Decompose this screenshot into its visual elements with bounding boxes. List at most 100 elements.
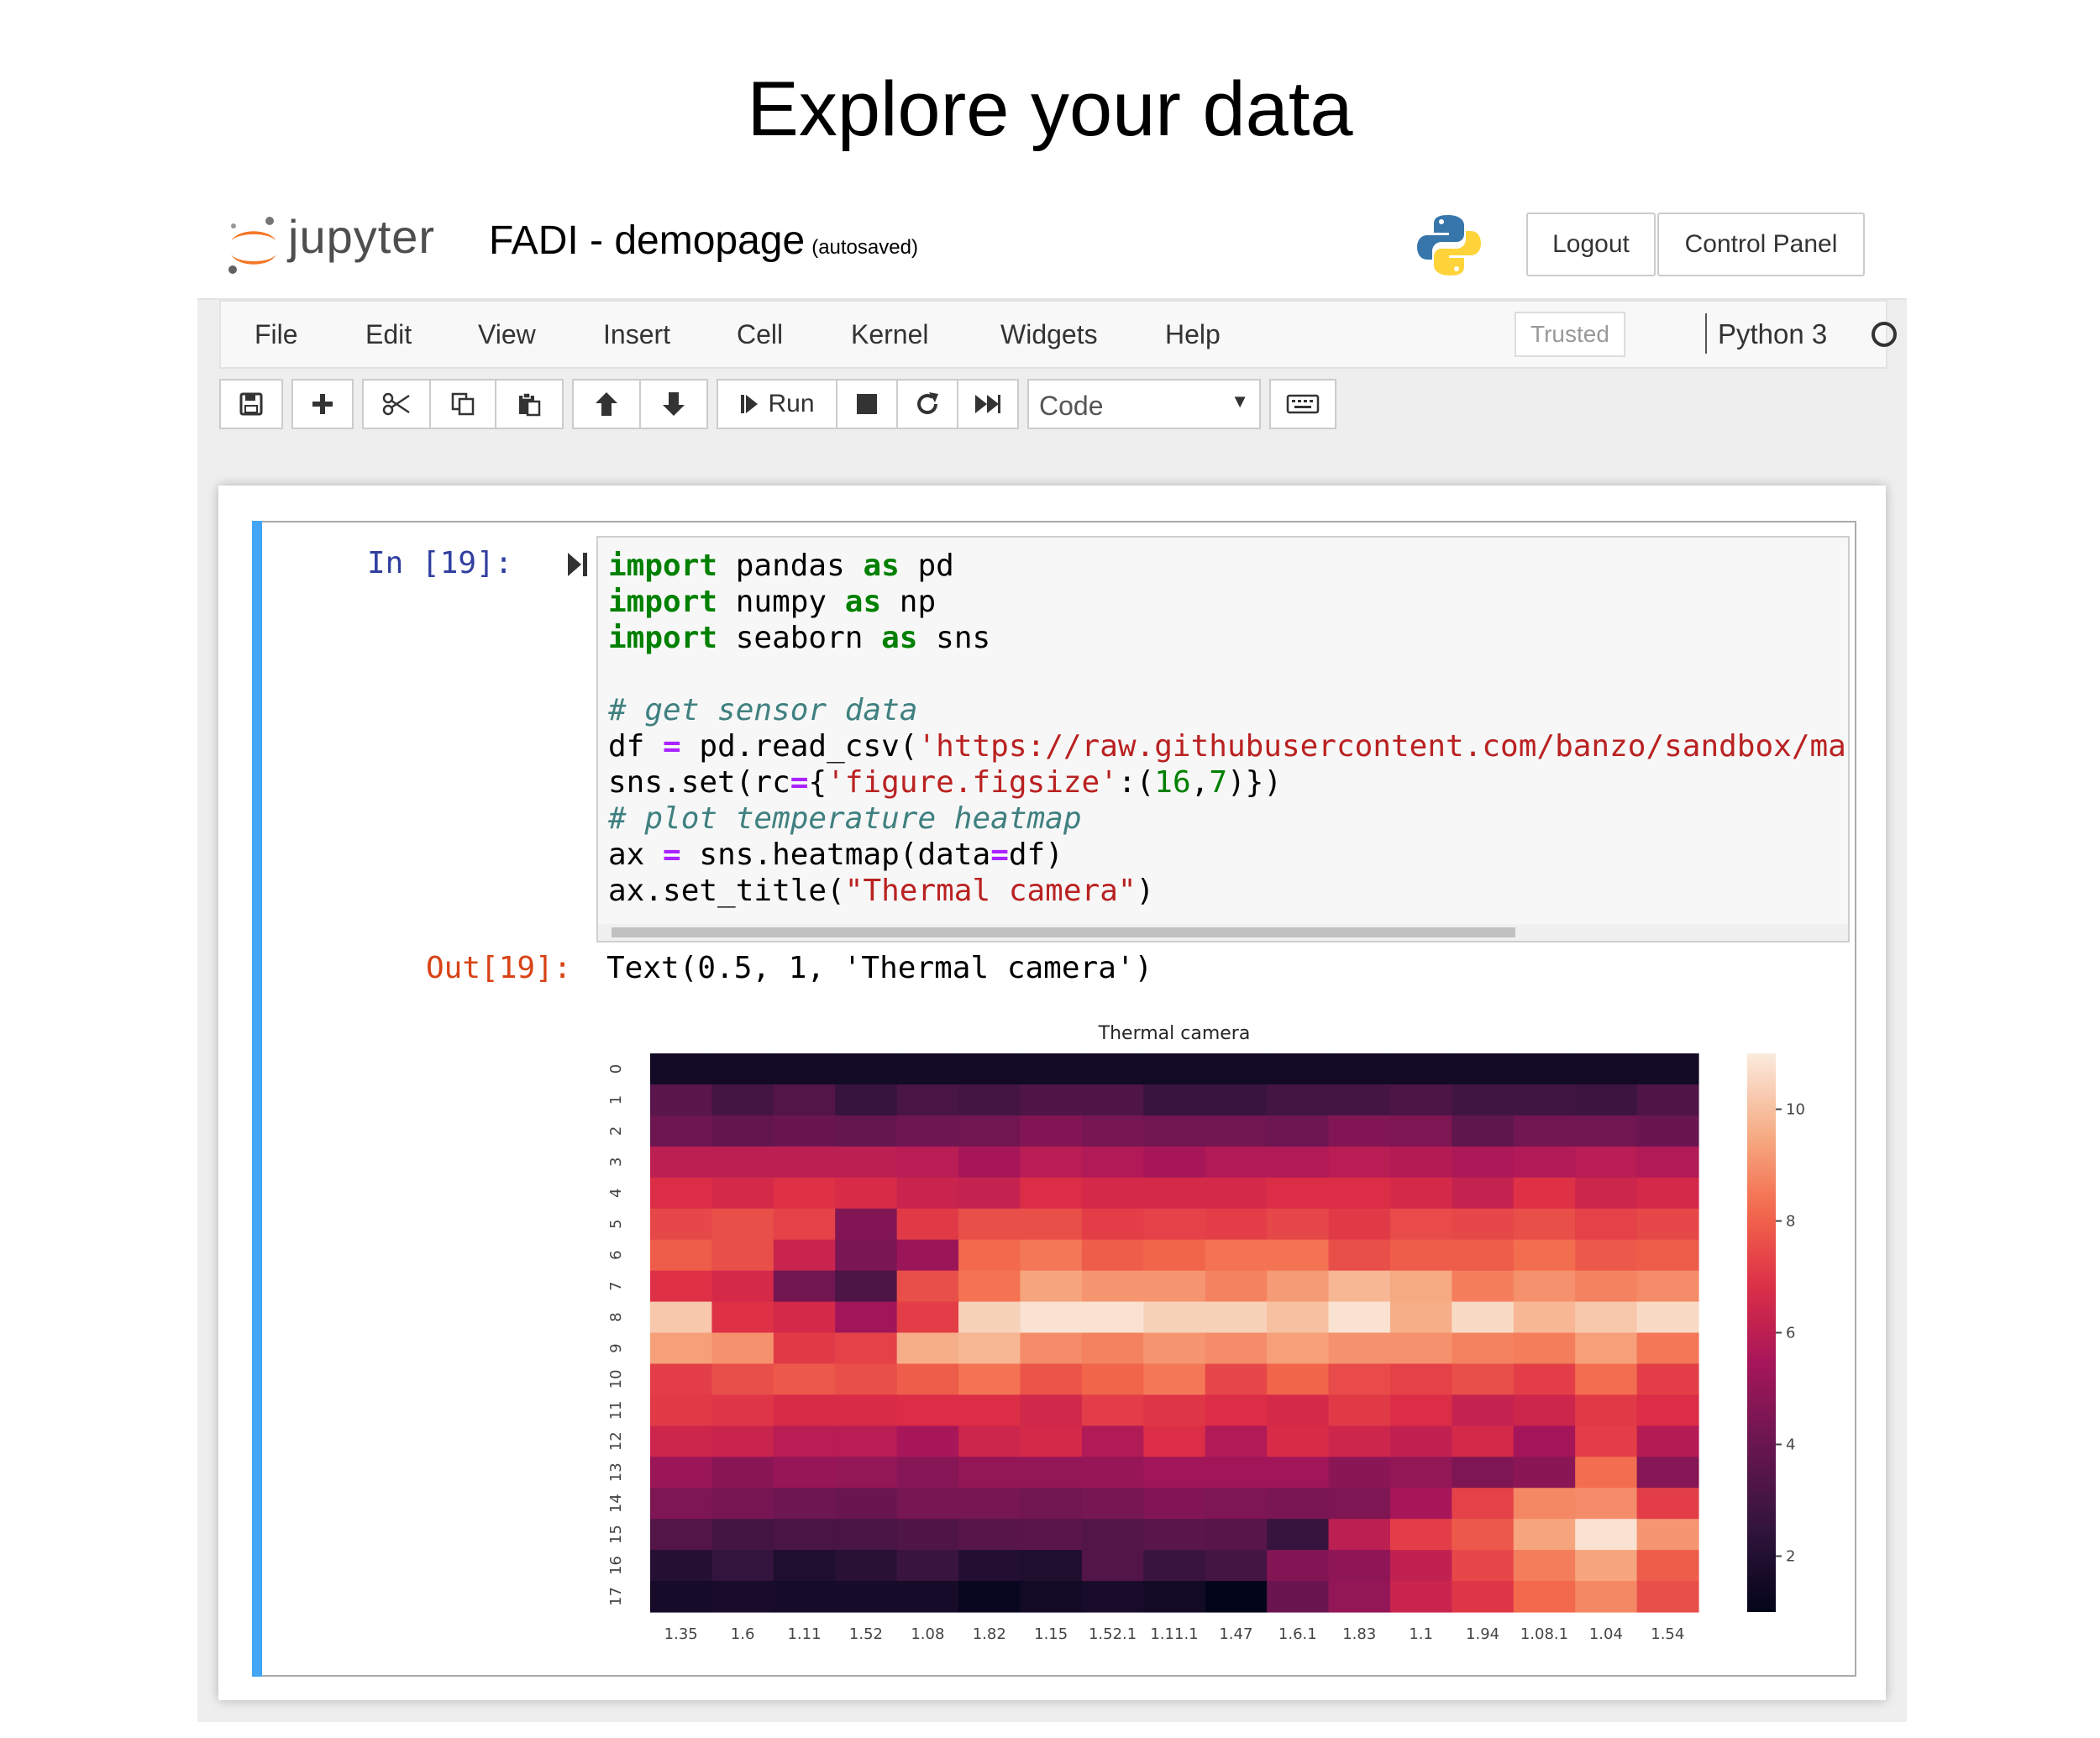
save-button[interactable]: [221, 381, 281, 428]
heatmap-cell: [1513, 1146, 1576, 1179]
heatmap-cell: [1143, 1084, 1206, 1116]
heatmap-cell: [1143, 1239, 1206, 1272]
colorbar: [1747, 1053, 1776, 1612]
plus-icon: [312, 394, 333, 414]
heatmap-cell: [711, 1270, 774, 1303]
kernel-idle-icon: [1872, 322, 1897, 347]
heatmap-cell: [1389, 1363, 1452, 1395]
heatmap-cell: [1389, 1301, 1452, 1334]
menu-file[interactable]: File: [255, 319, 298, 350]
logout-button[interactable]: Logout: [1526, 213, 1656, 276]
scrollbar-thumb[interactable]: [612, 927, 1515, 937]
heatmap-cell: [1636, 1519, 1699, 1551]
cell-type-value: Code: [1039, 391, 1104, 421]
heatmap-cell: [1513, 1084, 1576, 1116]
heatmap-cell: [1575, 1053, 1638, 1085]
trusted-badge[interactable]: Trusted: [1515, 312, 1625, 357]
restart-button[interactable]: [898, 381, 957, 428]
menu-help[interactable]: Help: [1165, 319, 1221, 350]
heatmap-cell: [958, 1332, 1021, 1365]
heatmap-cell: [1205, 1426, 1268, 1457]
horizontal-scrollbar[interactable]: [598, 924, 1848, 941]
notebook-name[interactable]: FADI - demopage (autosaved): [489, 218, 918, 264]
menu-insert[interactable]: Insert: [603, 319, 670, 350]
notebook-toolbar: Run Code ▼: [219, 379, 1884, 434]
heatmap-cell: [1328, 1332, 1391, 1365]
heatmap-cell: [1389, 1208, 1452, 1241]
heatmap-cell: [650, 1084, 713, 1116]
menu-widgets[interactable]: Widgets: [1000, 319, 1098, 350]
cut-button[interactable]: [364, 381, 429, 428]
menu-kernel[interactable]: Kernel: [851, 319, 929, 350]
heatmap-cell: [773, 1301, 836, 1334]
heatmap-cell: [1636, 1146, 1699, 1179]
restart-run-all-button[interactable]: [958, 381, 1017, 428]
x-tick-label: 1.08: [911, 1625, 944, 1643]
move-up-button[interactable]: [574, 381, 639, 428]
heatmap-cell: [711, 1394, 774, 1426]
heatmap-cell: [1575, 1084, 1638, 1116]
heatmap-cell: [650, 1394, 713, 1426]
code-editor[interactable]: import pandas as pd import numpy as np i…: [596, 536, 1850, 943]
arrow-down-icon: [663, 392, 685, 416]
heatmap-cell: [1081, 1581, 1144, 1613]
notebook-title[interactable]: FADI - demopage: [489, 218, 805, 263]
heatmap-cell: [1452, 1053, 1515, 1085]
heatmap-cell: [1081, 1332, 1144, 1365]
code-line: ax = sns.heatmap(data=df): [608, 837, 1063, 872]
heatmap-cell: [1328, 1363, 1391, 1395]
kernel-name[interactable]: Python 3: [1718, 318, 1827, 350]
heatmap-cell: [1205, 1115, 1268, 1147]
heatmap-cell: [1081, 1394, 1144, 1426]
insert-cell-button[interactable]: [293, 381, 352, 428]
heatmap-cell: [1143, 1519, 1206, 1551]
paste-button[interactable]: [496, 381, 562, 428]
heatmap-cell: [1328, 1519, 1391, 1551]
menu-cell[interactable]: Cell: [737, 319, 783, 350]
heatmap-cell: [1205, 1146, 1268, 1179]
heatmap-cell: [1389, 1177, 1452, 1210]
heatmap-cell: [1328, 1581, 1391, 1613]
interrupt-button[interactable]: [837, 381, 896, 428]
python-logo-icon: [1417, 215, 1481, 276]
save-icon: [239, 392, 263, 416]
heatmap-cell: [1389, 1457, 1452, 1489]
heatmap-cell: [1513, 1426, 1576, 1457]
heatmap-cell: [1575, 1488, 1638, 1520]
command-palette-group: [1269, 379, 1336, 429]
heatmap-cell: [711, 1426, 774, 1457]
x-tick-label: 1.1: [1409, 1625, 1433, 1643]
heatmap-cell: [958, 1519, 1021, 1551]
menu-view[interactable]: View: [478, 319, 536, 350]
scissors-icon: [382, 392, 410, 416]
copy-button[interactable]: [431, 381, 495, 428]
heatmap-cell: [958, 1426, 1021, 1457]
heatmap-cell: [650, 1115, 713, 1147]
heatmap-cell: [1081, 1457, 1144, 1489]
heatmap-cell: [835, 1053, 898, 1085]
heatmap-cell: [650, 1550, 713, 1582]
heatmap-cell: [711, 1146, 774, 1179]
heatmap-cell: [1081, 1363, 1144, 1395]
heatmap-cell: [1636, 1084, 1699, 1116]
heatmap-cell: [896, 1270, 959, 1303]
heatmap-cell: [1205, 1363, 1268, 1395]
move-down-button[interactable]: [641, 381, 706, 428]
heatmap-cell: [1452, 1208, 1515, 1241]
command-palette-button[interactable]: [1271, 381, 1335, 428]
menu-edit[interactable]: Edit: [365, 319, 412, 350]
heatmap-cell: [773, 1394, 836, 1426]
cell-type-select[interactable]: Code ▼: [1027, 379, 1261, 429]
heatmap-cell: [835, 1177, 898, 1210]
jupyter-logo-text[interactable]: jupyter: [288, 209, 435, 264]
heatmap-cell: [1452, 1488, 1515, 1520]
jupyter-logo-icon[interactable]: [224, 214, 283, 280]
run-button[interactable]: Run: [718, 381, 836, 428]
thermal-heatmap: Thermal camera1.35 1.6 1.11 1.52 1.08 1.82 1.1…: [607, 1023, 1805, 1643]
heatmap-cell: [650, 1363, 713, 1395]
heatmap-cell: [711, 1115, 774, 1147]
run-cell-icon[interactable]: [566, 549, 591, 580]
control-panel-button[interactable]: Control Panel: [1657, 213, 1865, 276]
heatmap-cell: [1575, 1332, 1638, 1365]
code-cell[interactable]: In [19]: import pandas as pd import nump…: [252, 521, 1856, 1677]
